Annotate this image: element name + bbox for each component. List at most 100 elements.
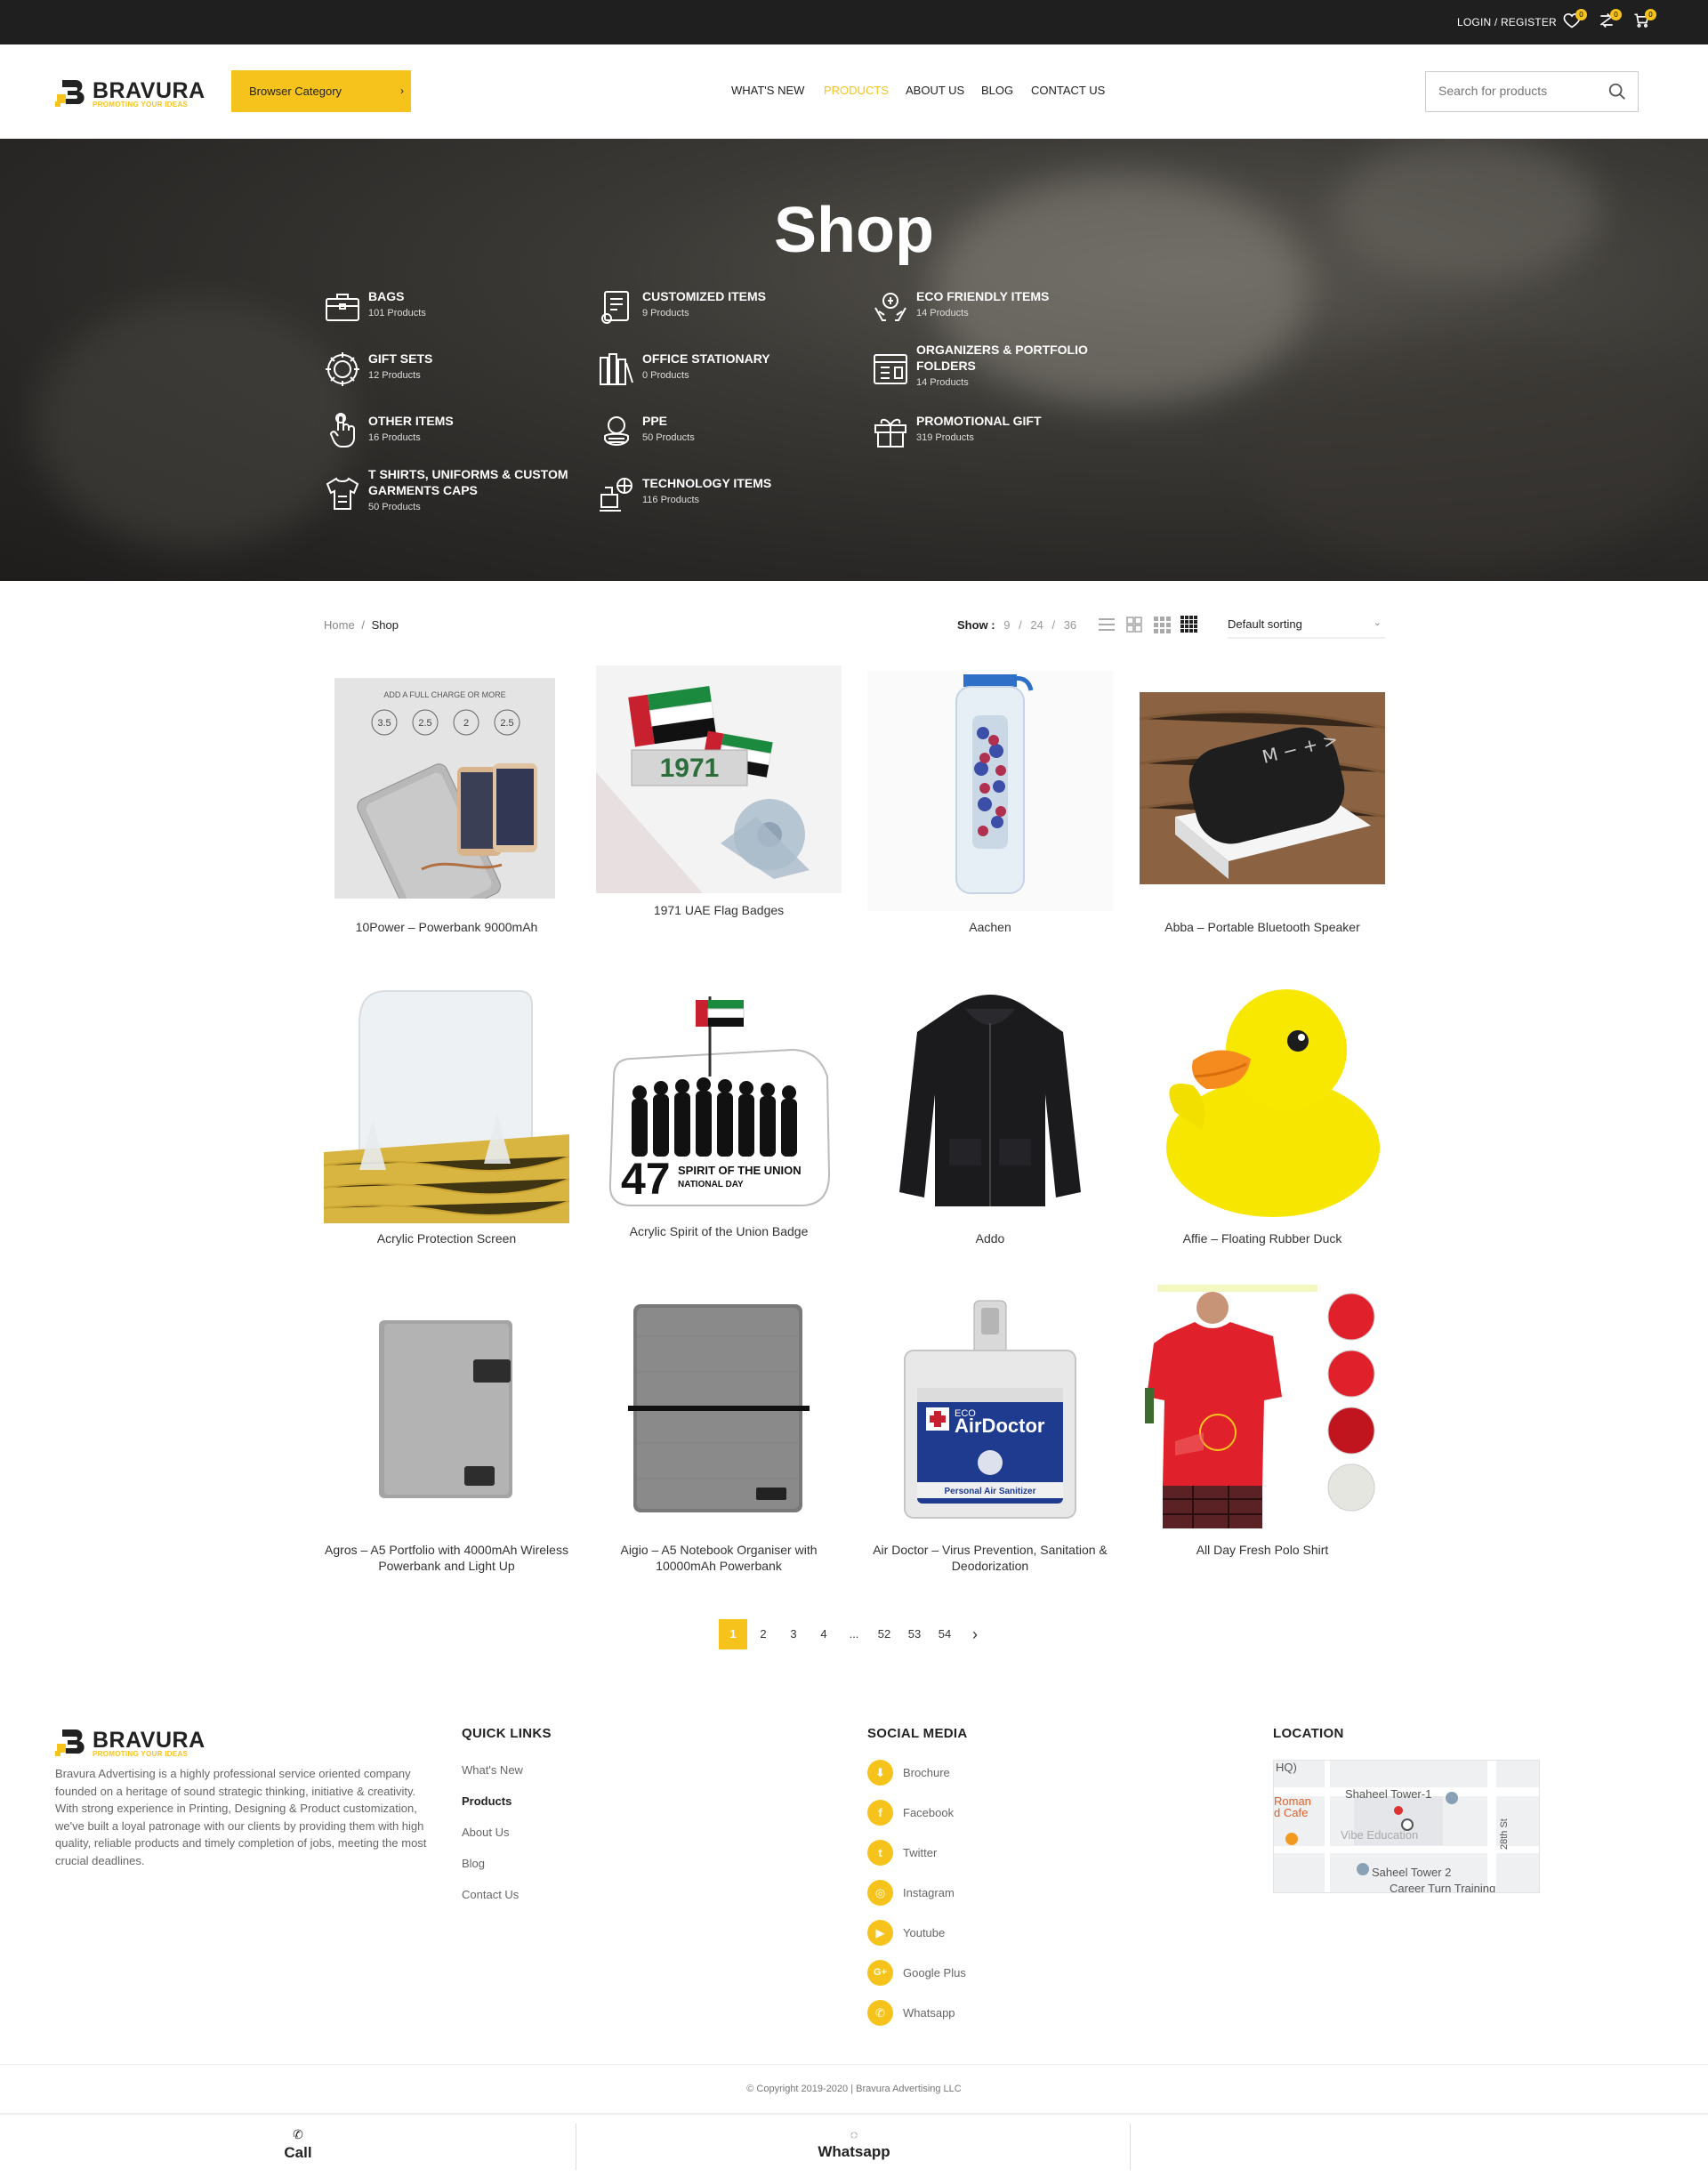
whatsapp-icon: ◌ (850, 2127, 858, 2141)
footer-link-whats-new[interactable]: What's New (462, 1763, 523, 1777)
nav-products[interactable]: PRODUCTS (824, 84, 889, 97)
category-name: ECO FRIENDLY ITEMS (916, 289, 1050, 303)
page-54[interactable]: 54 (931, 1619, 959, 1649)
product-image-powerbank[interactable]: ADD A FULL CHARGE OR MORE 3.5 2.5 2 2.5 (324, 678, 569, 899)
grid-4-icon[interactable] (1180, 616, 1198, 633)
product-image-hoodie[interactable] (867, 988, 1113, 1219)
page-1[interactable]: 1 (719, 1619, 747, 1649)
briefcase-icon (324, 288, 361, 326)
wishlist-icon[interactable]: 0 (1563, 9, 1587, 31)
site-logo[interactable]: BRAVURA PROMOTING YOUR IDEAS (55, 77, 205, 109)
sort-select[interactable]: Default sorting ⌄ (1228, 609, 1385, 639)
product-image-polo[interactable] (1140, 1281, 1385, 1530)
category-name: T SHIRTS, UNIFORMS & CUSTOM GARMENTS CAP… (368, 467, 568, 497)
next-page-icon[interactable]: › (961, 1619, 989, 1649)
top-bar: LOGIN / REGISTER 0 0 0 (0, 0, 1708, 44)
login-register-link[interactable]: LOGIN / REGISTER (1457, 16, 1557, 28)
category-office-stationary[interactable]: OFFICE STATIONARY 0 Products (598, 351, 865, 400)
search-icon[interactable] (1607, 82, 1627, 101)
product-title[interactable]: Addo (867, 1230, 1113, 1246)
browse-category-button[interactable]: Browser Category › (231, 70, 411, 112)
product-title[interactable]: Acrylic Protection Screen (324, 1230, 569, 1246)
footer-logo[interactable]: BRAVURA PROMOTING YOUR IDEAS (55, 1726, 205, 1758)
page-3[interactable]: 3 (779, 1619, 808, 1649)
product-image-duck[interactable] (1140, 979, 1385, 1223)
logo-mark-icon (55, 80, 85, 107)
product-title[interactable]: Affie – Floating Rubber Duck (1140, 1230, 1385, 1246)
powerbank-charge-value: 3.5 (377, 718, 391, 729)
category-gift-sets[interactable]: GIFT SETS 12 Products (324, 351, 591, 400)
category-count: 14 Products (916, 308, 969, 318)
product-title[interactable]: All Day Fresh Polo Shirt (1140, 1542, 1385, 1558)
sort-label: Default sorting (1228, 617, 1302, 631)
product-title[interactable]: 1971 UAE Flag Badges (596, 902, 842, 918)
category-eco-friendly-items[interactable]: ECO FRIENDLY ITEMS 14 Products (872, 288, 1139, 338)
nav-about-us[interactable]: ABOUT US (906, 84, 964, 97)
product-image-portfolio[interactable] (324, 1311, 569, 1504)
category-organizers-portfolio-folders[interactable]: ORGANIZERS & PORTFOLIO FOLDERS 14 Produc… (872, 342, 1139, 404)
page-53[interactable]: 53 (900, 1619, 929, 1649)
grid-2-icon[interactable] (1125, 616, 1143, 633)
binders-icon (598, 351, 635, 388)
product-title[interactable]: Agros – A5 Portfolio with 4000mAh Wirele… (324, 1542, 569, 1574)
facebook-icon: f (867, 1800, 893, 1826)
show-option-36[interactable]: 36 (1064, 618, 1076, 632)
whatsapp-button[interactable]: ◌ Whatsapp (721, 2115, 987, 2177)
footer-link-about-us[interactable]: About Us (462, 1826, 509, 1839)
show-option-24[interactable]: 24 (1030, 618, 1043, 632)
product-image-speaker[interactable]: M − + > (1140, 692, 1385, 884)
page-52[interactable]: 52 (870, 1619, 898, 1649)
footer-link-products[interactable]: Products (462, 1794, 512, 1808)
category-technology-items[interactable]: TECHNOLOGY ITEMS 116 Products (598, 475, 865, 525)
category-other-items[interactable]: OTHER ITEMS 16 Products (324, 413, 591, 463)
footer-link-contact-us[interactable]: Contact Us (462, 1888, 519, 1901)
product-title[interactable]: 10Power – Powerbank 9000mAh (324, 919, 569, 935)
cart-count: 0 (1645, 9, 1656, 20)
compare-icon[interactable]: 0 (1598, 9, 1622, 31)
touch-hand-icon (324, 413, 361, 450)
airdoctor-sub: Personal Air Sanitizer (945, 1487, 1036, 1496)
category-bags[interactable]: BAGS 101 Products (324, 288, 591, 338)
search-box (1425, 71, 1639, 112)
product-title[interactable]: Acrylic Spirit of the Union Badge (596, 1223, 842, 1239)
union-number: 47 (621, 1154, 671, 1204)
product-image-flag-badges[interactable]: 1971 (596, 665, 842, 893)
call-button[interactable]: ✆ Call (165, 2115, 431, 2177)
category-promotional-gift[interactable]: PROMOTIONAL GIFT 319 Products (872, 413, 1139, 463)
breadcrumb-separator: / (361, 618, 365, 632)
product-image-union-badge[interactable]: 47 SPIRIT OF THE UNION NATIONAL DAY (596, 988, 842, 1214)
list-view-icon[interactable] (1098, 616, 1116, 633)
product-image-bottle[interactable] (867, 671, 1113, 911)
product-title[interactable]: Abba – Portable Bluetooth Speaker (1140, 919, 1385, 935)
product-title[interactable]: Aigio – A5 Notebook Organiser with 10000… (596, 1542, 842, 1574)
map-label: d Cafe (1274, 1806, 1308, 1819)
category-name: TECHNOLOGY ITEMS (642, 476, 772, 490)
page-2[interactable]: 2 (749, 1619, 777, 1649)
category-count: 14 Products (916, 377, 969, 388)
nav-contact-us[interactable]: CONTACT US (1031, 84, 1105, 97)
product-image-air-doctor[interactable]: ECO AirDoctor Personal Air Sanitizer (867, 1299, 1113, 1521)
category-customized-items[interactable]: CUSTOMIZED ITEMS 9 Products (598, 288, 865, 338)
show-option-9[interactable]: 9 (1003, 618, 1010, 632)
page-4[interactable]: 4 (810, 1619, 838, 1649)
product-title[interactable]: Air Doctor – Virus Prevention, Sanitatio… (867, 1542, 1113, 1574)
location-map[interactable]: HQ) Shaheel Tower-1 Roman d Cafe Vibe Ed… (1273, 1760, 1540, 1893)
product-title[interactable]: Aachen (867, 919, 1113, 935)
product-image-notebook[interactable] (596, 1301, 842, 1514)
footer-link-blog[interactable]: Blog (462, 1857, 485, 1870)
grid-3-icon[interactable] (1153, 616, 1171, 633)
category-name: BAGS (368, 289, 405, 303)
divider (1130, 2124, 1131, 2170)
breadcrumb-home[interactable]: Home (324, 618, 355, 632)
nav-whats-new[interactable]: WHAT'S NEW (731, 84, 804, 97)
category-t-shirts-uniforms[interactable]: T SHIRTS, UNIFORMS & CUSTOM GARMENTS CAP… (324, 466, 591, 528)
map-label: 28th St (1499, 1818, 1510, 1850)
category-ppe[interactable]: PPE 50 Products (598, 413, 865, 463)
whatsapp-label: Whatsapp (818, 2143, 890, 2160)
nav-blog[interactable]: BLOG (981, 84, 1013, 97)
cart-icon[interactable]: 0 (1632, 9, 1656, 31)
browse-category-label: Browser Category (249, 85, 342, 98)
product-image-acrylic-screen[interactable] (324, 979, 569, 1223)
search-input[interactable] (1438, 84, 1599, 98)
page-ellipsis: ... (849, 1627, 859, 1641)
